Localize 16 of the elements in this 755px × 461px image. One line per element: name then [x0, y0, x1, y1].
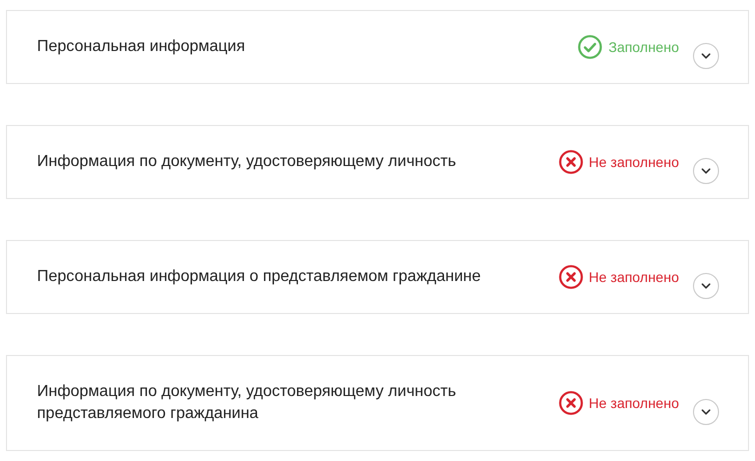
section-title: Персональная информация [37, 37, 246, 57]
section-card[interactable]: Персональная информация о представляемом гражданине Не заполнено [6, 240, 749, 314]
status-label: Не заполнено [588, 154, 679, 170]
section-card[interactable]: Персональная информация Заполнено [6, 10, 749, 84]
section-title: Персональная информация о представляемом гражданине [37, 267, 482, 287]
expand-button[interactable] [693, 273, 719, 299]
expand-button[interactable] [693, 158, 719, 184]
status-label: Заполнено [608, 39, 679, 55]
section-title: Информация по документу, удостоверяющему личность [37, 152, 458, 172]
expand-button[interactable] [693, 43, 719, 69]
section-title: Информация по документу, удостоверяющему личность представляемого гражданина [37, 382, 458, 424]
status-label: Не заполнено [588, 269, 679, 285]
section-card[interactable]: Информация по документу, удостоверяющему личность представляемого гражданина Не заполнено [6, 355, 749, 451]
status-label: Не заполнено [588, 395, 679, 411]
expand-button[interactable] [693, 399, 719, 425]
section-card[interactable]: Информация по документу, удостоверяющему личность Не заполнено [6, 125, 749, 199]
